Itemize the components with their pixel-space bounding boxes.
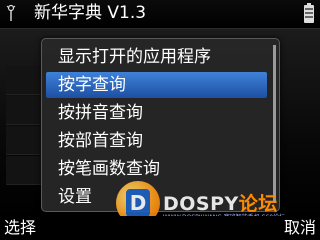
- softkey-select[interactable]: 选择: [4, 216, 36, 240]
- signal-antenna-icon: [6, 4, 16, 21]
- softkey-bar: 选择 取消: [0, 216, 320, 240]
- menu-scrollbar[interactable]: [273, 45, 276, 203]
- app-title: 新华字典 V1.3: [34, 3, 147, 23]
- menu-item-search-by-character[interactable]: 按字查询: [46, 72, 267, 98]
- menu-item-search-by-pinyin[interactable]: 按拼音查询: [46, 100, 267, 126]
- background-list-row: [6, 126, 42, 155]
- battery-icon: [304, 3, 314, 23]
- softkey-cancel[interactable]: 取消: [284, 216, 316, 240]
- menu-scrollbar-thumb[interactable]: [273, 45, 276, 203]
- background-list-row: [6, 66, 42, 95]
- status-bar: 新华字典 V1.3: [0, 0, 320, 28]
- divider: [0, 28, 320, 29]
- menu-item-search-by-radical[interactable]: 按部首查询: [46, 128, 267, 154]
- menu-item-search-by-stroke-count[interactable]: 按笔画数查询: [46, 156, 267, 182]
- menu-item-show-open-apps[interactable]: 显示打开的应用程序: [46, 44, 267, 70]
- background-list-row: [6, 156, 42, 185]
- options-menu: 显示打开的应用程序 按字查询 按拼音查询 按部首查询 按笔画数查询 设置: [41, 38, 280, 212]
- background-list-row: [6, 96, 42, 125]
